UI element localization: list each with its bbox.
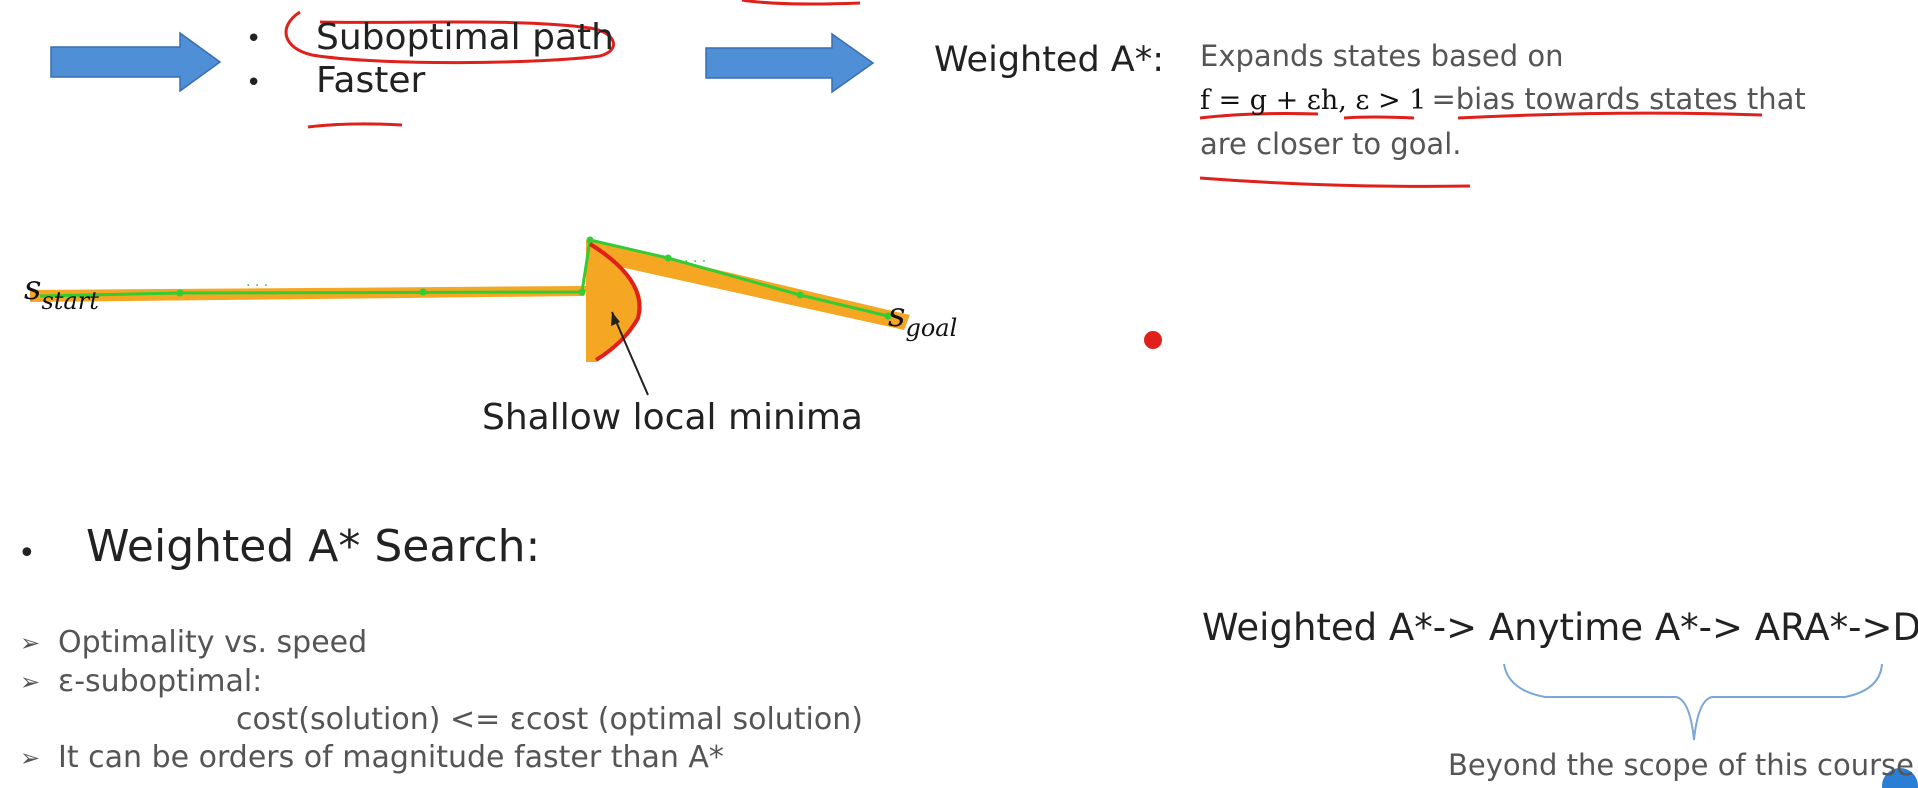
bullet-icon: • — [246, 68, 262, 98]
goal-state-subscript: goal — [905, 314, 958, 342]
point-optimality: Optimality vs. speed — [58, 625, 368, 660]
scope-note: Beyond the scope of this course — [1448, 748, 1914, 782]
path-node — [176, 289, 184, 297]
goal-state-label: sgoal — [888, 295, 957, 342]
start-state-symbol: s — [24, 268, 42, 308]
section-bullet-icon: • — [18, 536, 36, 571]
bullet-icon: • — [246, 24, 262, 54]
weighted-astar-label: Weighted A*: — [934, 40, 1165, 80]
chevron-right-icon: ➢ — [20, 668, 41, 696]
chevron-right-icon: ➢ — [20, 629, 41, 657]
handwritten-underline — [1343, 115, 1415, 120]
algorithm-chain: Weighted A*-> Anytime A*-> ARA*->D* — [1202, 606, 1918, 649]
path-node — [419, 288, 427, 296]
start-state-subscript: start — [41, 287, 99, 315]
point-faster: It can be orders of magnitude faster tha… — [58, 740, 724, 775]
expanded-path-line — [39, 238, 889, 318]
red-dot — [1144, 331, 1162, 349]
path-ellipsis: · · · — [246, 278, 269, 294]
top-bullet-suboptimal: Suboptimal path — [316, 17, 614, 58]
path-node — [578, 288, 586, 296]
description-line-3: are closer to goal. — [1200, 127, 1462, 161]
path-node — [586, 236, 594, 244]
handwritten-underline — [1199, 176, 1471, 188]
local-minima-caption: Shallow local minima — [482, 397, 863, 438]
description-line-2: f = g + εh, ε > 1 =bias towards states t… — [1200, 82, 1806, 116]
chevron-right-icon: ➢ — [20, 744, 41, 772]
top-bullet-faster: Faster — [316, 60, 426, 101]
handwritten-underline — [307, 122, 403, 129]
right-arrow-icon — [705, 32, 875, 94]
brace-icon — [1503, 663, 1883, 741]
point-epsilon-suboptimal: ε-suboptimal: — [58, 664, 263, 699]
section-title: Weighted A* Search: — [86, 521, 541, 572]
start-state-label: sstart — [24, 268, 99, 315]
path-node — [664, 254, 672, 262]
path-node — [796, 291, 804, 299]
equation: f = g + εh, ε > 1 — [1200, 85, 1427, 116]
slide-graphics — [30, 0, 1918, 788]
search-region-path — [30, 240, 910, 330]
path-ellipsis: · · · — [684, 254, 707, 270]
right-arrow-icon — [50, 31, 222, 93]
point-cost-bound: cost(solution) <= εcost (optimal solutio… — [236, 702, 863, 737]
goal-state-symbol: s — [888, 295, 906, 335]
description-line-1: Expands states based on — [1200, 39, 1564, 73]
description-line-2-rest: =bias towards states that — [1431, 82, 1806, 116]
handwritten-top-stroke — [741, 0, 861, 6]
